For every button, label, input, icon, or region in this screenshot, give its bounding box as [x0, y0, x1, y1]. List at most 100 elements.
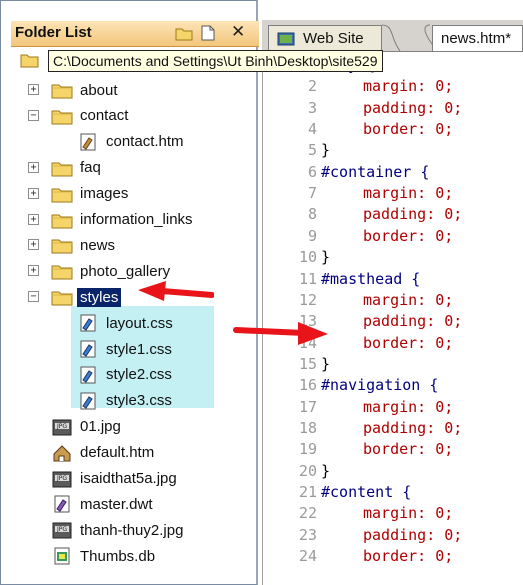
tree-item-thumbs-db[interactable]: Thumbs.db — [51, 543, 158, 569]
code-text: border: 0; — [363, 120, 454, 139]
tree-item-style1-css[interactable]: style1.css — [77, 336, 175, 362]
code-line: 24 border: 0; — [263, 546, 523, 567]
svg-text:JPG: JPG — [56, 475, 67, 482]
path-tooltip: C:\Documents and Settings\Ut Binh\Deskto… — [18, 50, 418, 72]
collapse-button[interactable]: − — [28, 291, 39, 303]
code-text: margin: 0; — [363, 290, 454, 309]
code-text: padding: 0; — [363, 205, 463, 224]
line-number: 3 — [307, 98, 317, 117]
red-arrow-code — [233, 322, 328, 345]
tree-item-contact-htm[interactable]: contact.htm — [77, 129, 187, 155]
tree-item-information-links[interactable]: information_links — [51, 207, 196, 233]
editor-tab-strip: Web Site news.htm* — [262, 20, 523, 52]
tree-item-label: news — [80, 236, 116, 254]
folder-icon — [51, 110, 73, 125]
tree-item-style2-css[interactable]: style2.css — [77, 362, 175, 388]
code-text: border: 0; — [363, 333, 454, 352]
tree-item-label: faq — [80, 159, 101, 177]
tab-news-htm[interactable]: news.htm* — [432, 25, 523, 51]
code-text: } — [321, 461, 331, 480]
code-line: 22 margin: 0; — [263, 503, 523, 524]
tree-item-label: about — [80, 81, 118, 99]
expand-button[interactable]: + — [28, 84, 39, 95]
tree-item-contact[interactable]: contact — [51, 103, 131, 129]
tree-item-master-dwt[interactable]: master.dwt — [51, 491, 156, 517]
expand-button[interactable]: + — [28, 161, 39, 173]
database-file-icon — [54, 547, 70, 565]
tab-news-label: news.htm* — [441, 30, 512, 47]
tree-item-label: information_links — [80, 211, 193, 228]
css-file-icon — [80, 392, 96, 410]
tree-item-images[interactable]: images — [51, 181, 131, 207]
tree-item-label: contact — [80, 107, 129, 125]
tree-item-default-htm[interactable]: default.htm — [51, 440, 157, 466]
line-number: 9 — [307, 226, 317, 245]
code-text: border: 0; — [363, 226, 454, 245]
code-line: 15} — [263, 354, 523, 375]
code-line: 17 margin: 0; — [263, 397, 523, 418]
tree-item-label: images — [80, 185, 129, 203]
expand-button[interactable]: + — [28, 265, 39, 277]
tree-item-label: photo_gallery — [80, 262, 171, 280]
code-text: } — [321, 141, 331, 160]
tab-web-site[interactable]: Web Site — [268, 25, 382, 51]
tree-item-label: Thumbs.db — [80, 547, 156, 565]
folder-list-header: Folder List ✕ — [11, 21, 259, 47]
collapse-button[interactable]: − — [28, 109, 39, 121]
tree-item-label: default.htm — [80, 444, 155, 462]
jpg-image-icon: JPG — [52, 522, 72, 539]
code-text: margin: 0; — [363, 397, 454, 416]
tree-item-news[interactable]: news — [51, 232, 118, 258]
folder-icon — [51, 265, 73, 280]
code-line: 21 #content { — [263, 482, 523, 503]
line-number: 19 — [298, 440, 317, 459]
line-number: 10 — [298, 248, 317, 267]
line-number: 22 — [298, 504, 317, 523]
folder-icon — [51, 239, 73, 254]
code-line: 4 border: 0; — [263, 119, 523, 140]
svg-text:JPG: JPG — [56, 526, 67, 533]
tree-item-faq[interactable]: faq — [51, 155, 104, 181]
code-line: 16 #navigation { — [263, 375, 523, 396]
new-page-icon[interactable] — [199, 25, 217, 41]
line-number: 15 — [298, 354, 317, 373]
jpg-image-icon: JPG — [52, 471, 72, 487]
template-file-icon — [54, 495, 70, 513]
line-number: 2 — [307, 77, 317, 96]
tree-item-label: style1.css — [106, 340, 172, 358]
folder-list-panel: Folder List ✕ + about − contact contact.htm +… — [0, 0, 259, 585]
code-line: 8 padding: 0; — [263, 204, 523, 225]
home-page-icon — [53, 444, 71, 462]
tree-item-label: layout.css — [106, 314, 173, 332]
code-text: padding: 0; — [363, 312, 463, 331]
tree-item-01-jpg[interactable]: JPG 01.jpg — [51, 414, 124, 440]
folder-icon — [51, 188, 73, 203]
expand-button[interactable]: + — [28, 213, 39, 225]
red-arrow-styles — [138, 281, 214, 301]
tree-item-about[interactable]: about — [51, 77, 121, 103]
folder-icon — [51, 162, 73, 177]
tree-item-isaidthat5a-jpg[interactable]: JPG isaidthat5a.jpg — [51, 466, 180, 492]
folder-icon — [51, 84, 73, 99]
new-folder-icon[interactable] — [175, 25, 193, 41]
tree-item-styles[interactable]: styles — [51, 284, 122, 310]
code-text: padding: 0; — [363, 98, 463, 117]
code-line: 5} — [263, 140, 523, 161]
css-file-icon — [80, 314, 96, 332]
expand-button[interactable]: + — [28, 187, 39, 199]
folder-list-title: Folder List — [15, 24, 92, 41]
line-number: 4 — [307, 120, 317, 139]
tree-item-label: thanh-thuy2.jpg — [80, 521, 184, 539]
code-text: } — [321, 354, 331, 373]
tree-item-thanh-thuy2-jpg[interactable]: JPG thanh-thuy2.jpg — [51, 517, 186, 543]
line-number: 5 — [307, 141, 317, 160]
line-number: 16 — [298, 376, 317, 395]
expand-button[interactable]: + — [28, 239, 39, 251]
code-text: #masthead { — [321, 269, 421, 288]
folder-icon — [51, 214, 73, 228]
tree-item-style3-css[interactable]: style3.css — [77, 388, 175, 414]
close-icon[interactable]: ✕ — [231, 22, 245, 42]
folder-icon — [51, 291, 73, 306]
tree-item-layout-css[interactable]: layout.css — [77, 310, 176, 336]
line-number: 12 — [298, 290, 317, 309]
